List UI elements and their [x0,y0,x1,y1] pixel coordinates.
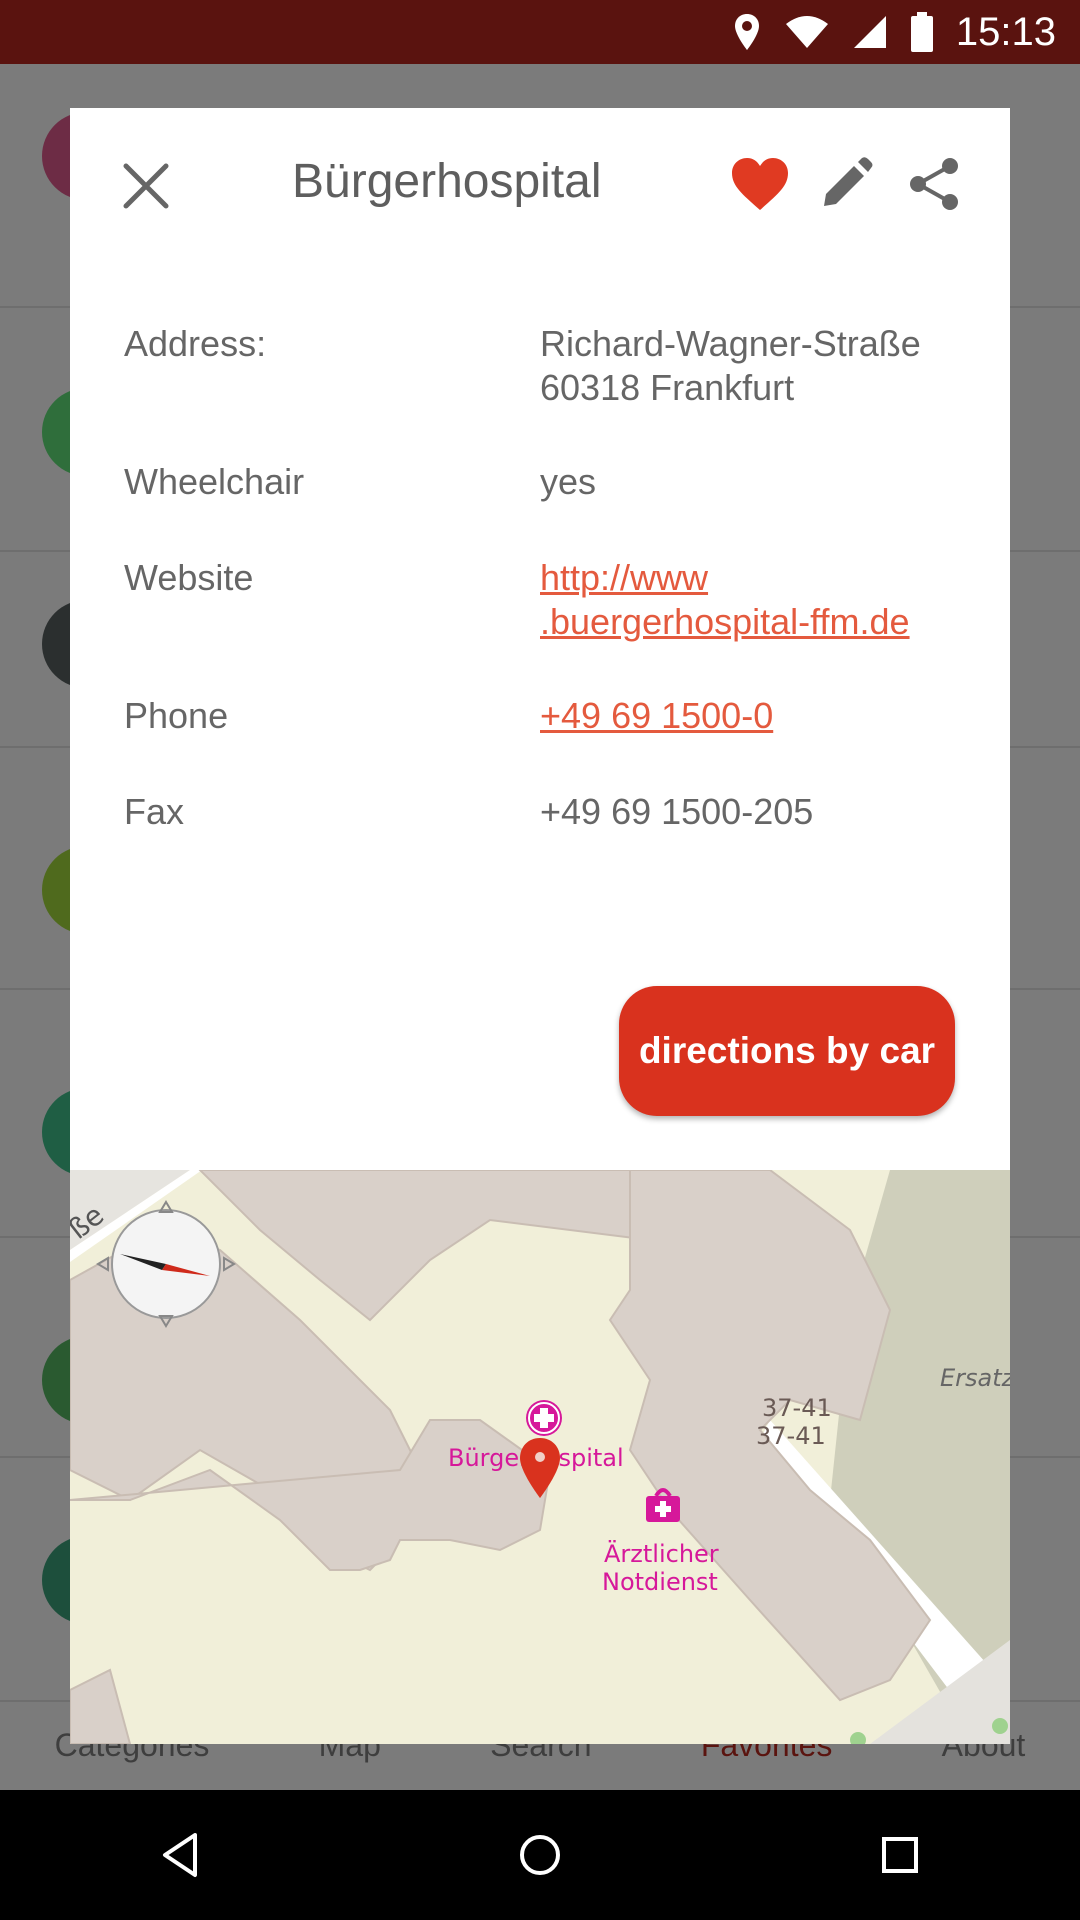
detail-row-address: Address: Richard-Wagner-Straße 60318 Fra… [124,322,960,412]
detail-row-website: Website http://www .buergerhospital-ffm.… [124,556,960,646]
detail-label: Phone [124,695,229,736]
signal-icon [853,16,886,48]
detail-label: Website [124,557,254,598]
dialog-title: Bürgerhospital [292,155,602,208]
detail-row-phone: Phone +49 69 1500-0 [124,694,960,738]
detail-value: +49 69 1500-205 [540,791,814,832]
status-icons: 15:13 [732,0,1056,64]
wifi-icon [785,16,828,48]
detail-label: Fax [124,791,185,832]
place-detail-dialog: Bürgerhospital Address: Richard-Wagner-S… [70,108,1010,1744]
location-icon [734,14,759,50]
map-view[interactable]: ße Ersatz 37-41 37-41 Bürgerhospital Ärz… [70,1169,1010,1744]
detail-row-wheelchair: Wheelchair yes [124,460,960,504]
dialog-header: Bürgerhospital [70,108,1010,268]
battery-icon [910,12,933,52]
directions-by-car-button[interactable]: directions by car [619,986,955,1116]
map-label-area: Ersatz [940,1364,1010,1392]
back-icon[interactable] [155,1830,205,1880]
map-label-house-number-1: 37-41 [762,1394,832,1422]
website-link[interactable]: http://www .buergerhospital-ffm.de [540,556,960,644]
detail-label: Address: [124,323,267,364]
map-canvas: ße Ersatz 37-41 37-41 Bürgerhospital Ärz… [70,1169,1010,1744]
detail-value: Richard-Wagner-Straße 60318 Frankfurt [540,323,921,408]
pencil-icon[interactable] [818,156,874,212]
map-label-house-number-2: 37-41 [756,1422,826,1450]
detail-label: Wheelchair [124,461,305,502]
map-label-poi2-line2: Notdienst [602,1568,718,1596]
home-icon[interactable] [515,1830,565,1880]
status-time: 15:13 [955,9,1056,54]
system-navigation-bar [0,1790,1080,1920]
status-bar: 15:13 [0,0,1080,64]
detail-row-fax: Fax +49 69 1500-205 [124,790,960,834]
heart-icon[interactable] [730,156,790,212]
map-label-poi2-line1: Ärztlicher [604,1539,719,1568]
phone-link[interactable]: +49 69 1500-0 [540,694,960,738]
detail-value: yes [540,461,597,502]
share-icon[interactable] [906,156,962,212]
close-icon[interactable] [118,158,174,214]
hospital-icon[interactable] [526,1400,562,1436]
recents-icon[interactable] [875,1830,925,1880]
